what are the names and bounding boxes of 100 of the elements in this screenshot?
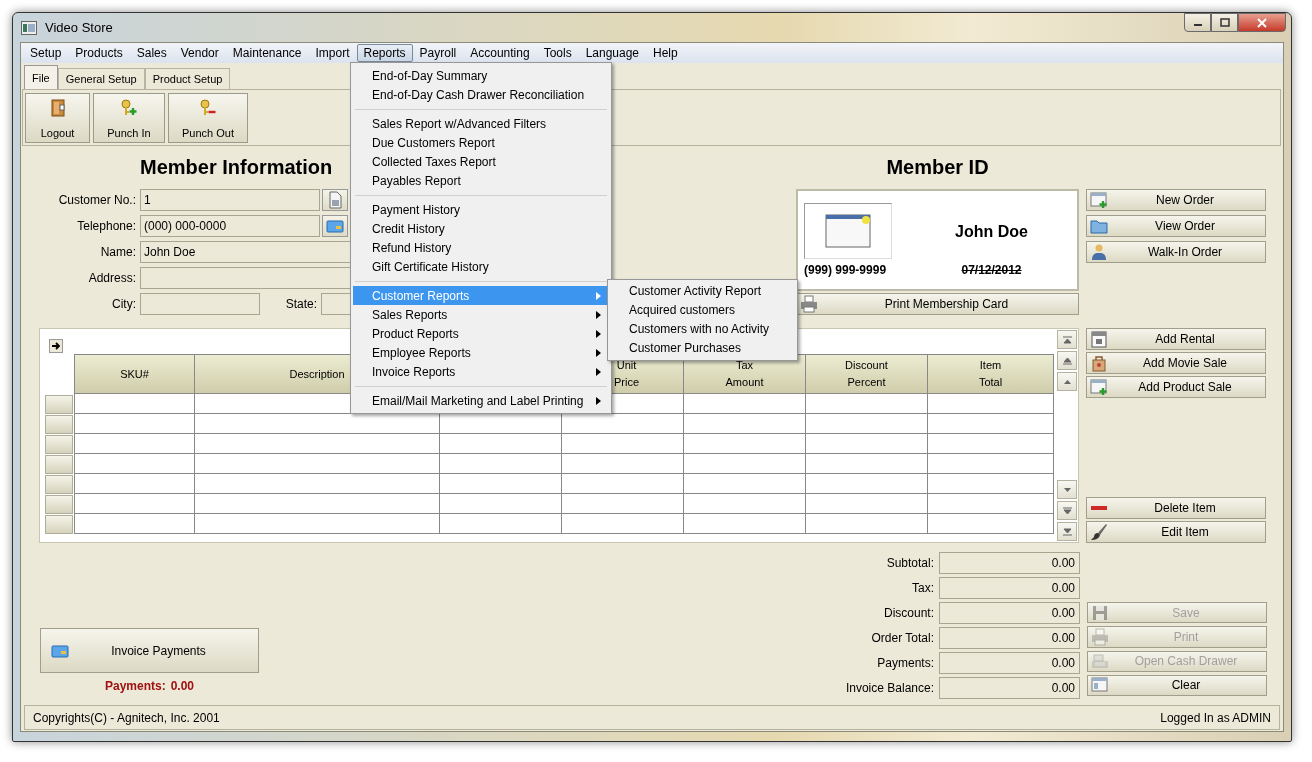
row-selector[interactable] — [45, 475, 73, 494]
total-field: 0.00 — [939, 552, 1080, 574]
card-icon — [326, 217, 344, 235]
close-icon — [1257, 17, 1267, 28]
total-label: Payments: — [876, 656, 934, 670]
row-selector[interactable] — [45, 515, 73, 534]
order-button[interactable]: Add Rental — [1086, 328, 1266, 350]
order-button[interactable]: Add Product Sale — [1086, 376, 1266, 398]
floppy-icon — [1091, 603, 1109, 622]
menu-item[interactable]: Product Reports — [353, 324, 609, 343]
document-icon — [326, 191, 344, 209]
row-selector[interactable] — [45, 495, 73, 514]
total-label: Tax: — [911, 581, 934, 595]
lookup-button[interactable] — [322, 189, 348, 211]
order-button[interactable]: Add Movie Sale — [1086, 352, 1266, 374]
printer-icon — [1091, 627, 1109, 646]
toolbar-button[interactable]: Logout — [25, 93, 90, 143]
scroll-bottom-button[interactable] — [1057, 522, 1077, 541]
menu-item[interactable]: Vendor — [173, 44, 226, 62]
menu-item[interactable]: Collected Taxes Report — [353, 152, 609, 171]
field-label: Customer No.: — [57, 193, 136, 207]
menu-item[interactable]: End-of-Day Cash Drawer Reconciliation — [353, 85, 609, 104]
arrow-icon — [1062, 486, 1072, 493]
close-button[interactable] — [1238, 13, 1286, 32]
field-label: Name: — [99, 245, 136, 259]
window-title: Video Store — [45, 20, 113, 35]
row-selector[interactable] — [45, 395, 73, 414]
window-plus-icon — [1090, 378, 1108, 396]
calendar-icon — [1090, 330, 1108, 348]
menu-item[interactable]: Language — [578, 44, 647, 62]
menu-item[interactable]: Acquired customers — [610, 300, 795, 319]
key-minus-icon — [199, 99, 217, 117]
order-button[interactable]: View Order — [1086, 215, 1266, 237]
folder-icon — [1090, 217, 1108, 235]
toolbar-button[interactable]: Punch In — [93, 93, 165, 143]
menu-item[interactable]: Email/Mail Marketing and Label Printing — [353, 391, 609, 410]
maximize-icon — [1219, 18, 1230, 27]
menu-item[interactable]: Customers with no Activity — [610, 319, 795, 338]
menu-item[interactable]: Products — [68, 44, 130, 62]
menu-item[interactable]: End-of-Day Summary — [353, 66, 609, 85]
scroll-up-button[interactable] — [1057, 372, 1077, 391]
register-icon — [1091, 652, 1109, 671]
menu-item[interactable]: Payment History — [353, 200, 609, 219]
window-plus-icon — [1090, 191, 1108, 209]
menu-item[interactable]: Customer Purchases — [610, 338, 795, 357]
input-field[interactable]: 1 — [140, 189, 320, 211]
total-label: Order Total: — [870, 631, 934, 645]
tab[interactable]: General Setup — [57, 68, 145, 89]
order-button[interactable]: Delete Item — [1086, 497, 1266, 519]
key-plus-icon — [120, 99, 138, 117]
action-button[interactable]: Clear — [1087, 674, 1267, 696]
menu-item[interactable]: Payroll — [412, 44, 464, 62]
menu-item[interactable]: Accounting — [463, 44, 537, 62]
window-icon — [21, 20, 37, 35]
order-button[interactable]: Walk-In Order — [1086, 241, 1266, 263]
menu-item[interactable]: Import — [308, 44, 357, 62]
order-button[interactable]: New Order — [1086, 189, 1266, 211]
menu-item[interactable]: Sales Report w/Advanced Filters — [353, 114, 609, 133]
section-heading: Member Information — [140, 155, 333, 180]
scroll-top-button[interactable] — [1057, 330, 1077, 349]
menu-item[interactable]: Setup — [23, 44, 69, 62]
scroll-down-button[interactable] — [1057, 480, 1077, 499]
menu-item[interactable]: Help — [646, 44, 685, 62]
field-label: Telephone: — [76, 219, 136, 233]
lookup-button[interactable] — [322, 215, 348, 237]
menu-item[interactable]: Tools — [536, 44, 579, 62]
minimize-button[interactable] — [1184, 13, 1211, 32]
menu-item[interactable]: Sales — [129, 44, 174, 62]
row-selector[interactable] — [45, 435, 73, 454]
menu-item[interactable]: Sales Reports — [353, 305, 609, 324]
print-card-button[interactable]: Print Membership Card — [796, 293, 1079, 315]
field-label: Address: — [87, 271, 136, 285]
page-down-button[interactable] — [1057, 501, 1077, 520]
row-selector[interactable] — [45, 415, 73, 434]
input-field[interactable] — [140, 293, 260, 315]
page-up-button[interactable] — [1057, 351, 1077, 370]
total-label: Discount: — [882, 606, 934, 620]
toolbar-button[interactable]: Punch Out — [168, 93, 248, 143]
arrow-icon — [1062, 527, 1072, 536]
brush-icon — [1090, 523, 1108, 541]
order-button[interactable]: Edit Item — [1086, 521, 1266, 543]
member-date: 07/12/2012 — [960, 263, 1023, 277]
invoice-payments-button[interactable]: Invoice Payments — [40, 628, 259, 673]
menu-item[interactable]: Customer Activity Report — [610, 281, 795, 300]
person-icon — [1090, 243, 1108, 261]
menu-item[interactable]: Credit History — [353, 219, 609, 238]
window-icon — [825, 214, 871, 248]
row-selector[interactable] — [45, 455, 73, 474]
maximize-button[interactable] — [1211, 13, 1238, 32]
input-field[interactable]: (000) 000-0000 — [140, 215, 320, 237]
tab[interactable]: File — [24, 65, 58, 89]
minus-icon — [1090, 506, 1108, 510]
total-field: 0.00 — [939, 677, 1080, 699]
menu-item[interactable]: Payables Report — [353, 171, 609, 190]
window-icon — [1091, 676, 1109, 695]
menu-item[interactable]: Due Customers Report — [353, 133, 609, 152]
tab[interactable]: Product Setup — [144, 68, 231, 89]
menu-item[interactable]: Maintenance — [225, 44, 309, 62]
member-phone: (999) 999-9999 — [804, 263, 888, 277]
menu-item[interactable]: Reports — [356, 44, 413, 62]
